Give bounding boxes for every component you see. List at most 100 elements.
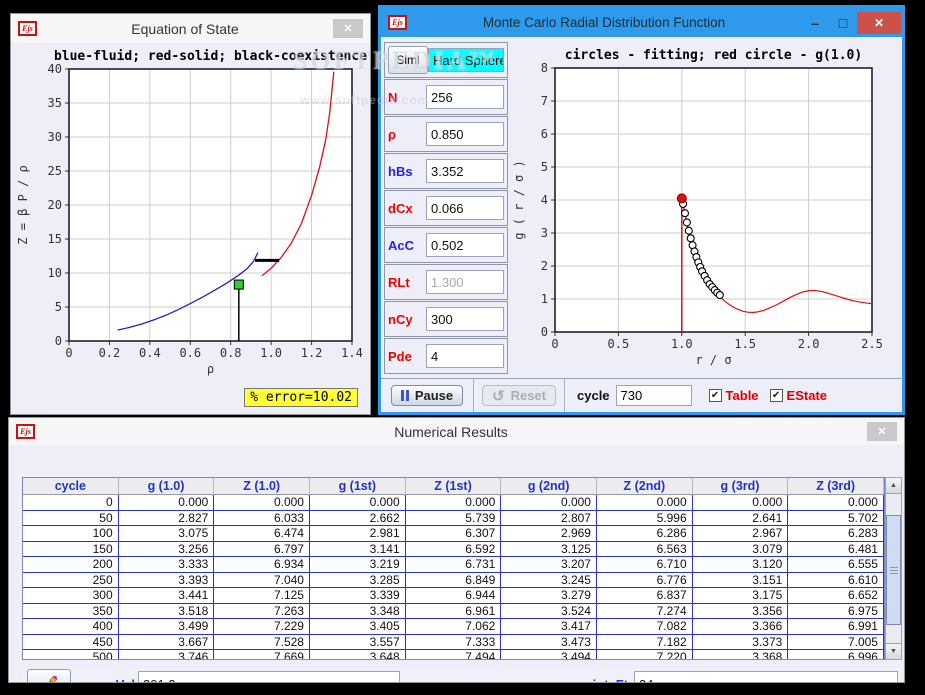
table-cell: 6.283 (788, 526, 884, 542)
pause-button[interactable]: Pause (390, 385, 464, 406)
field-input-acc[interactable] (426, 233, 504, 257)
svg-text:0.8: 0.8 (220, 346, 242, 360)
table-cell: 6.652 (788, 588, 884, 604)
table-cell: 6.307 (405, 526, 502, 542)
field-label-hbs: hBs (388, 163, 413, 179)
maximize-button[interactable]: □ (829, 12, 857, 34)
close-button-mc[interactable]: ✕ (857, 11, 901, 34)
table-cell: 6.033 (214, 510, 310, 526)
table-cell: 3.557 (309, 634, 406, 650)
estate-checkbox-wrap: ✔ EState (769, 388, 828, 403)
table-cell: 3.285 (309, 572, 406, 588)
table-cell: 3.648 (309, 650, 406, 659)
svg-text:r / σ: r / σ (695, 353, 731, 367)
field-label-siml[interactable]: Siml (388, 46, 428, 74)
svg-text:0: 0 (551, 337, 558, 351)
field-input-rlt[interactable] (426, 270, 504, 294)
svg-text:blue-fluid; red-solid; black-c: blue-fluid; red-solid; black-coexistence (54, 49, 367, 64)
table-cell: 3.393 (118, 572, 215, 588)
table-cell: 6.944 (405, 588, 502, 604)
table-cell: 6.797 (214, 541, 310, 557)
svg-text:6: 6 (541, 127, 548, 141)
cycle-input[interactable] (615, 385, 692, 406)
field-input-dcx[interactable] (426, 196, 504, 220)
estate-checkbox-label: EState (786, 388, 828, 403)
table-cell: 3.207 (501, 557, 597, 573)
close-button-eos[interactable]: ✕ (333, 19, 363, 38)
table-cell: 0.000 (788, 495, 884, 511)
npointsft-input[interactable] (634, 671, 898, 682)
table-cell: 6.286 (596, 526, 693, 542)
brush-tool-button[interactable] (27, 669, 71, 682)
window-title-results: Numerical Results (394, 423, 508, 440)
table-cell: 3.219 (309, 557, 406, 573)
svg-text:25: 25 (48, 164, 62, 178)
table-cell: 3.079 (692, 541, 789, 557)
column-header: g (2nd) (501, 478, 597, 495)
field-input-rho[interactable] (426, 122, 504, 146)
table-cell: 3.499 (118, 619, 215, 635)
svg-text:20: 20 (48, 198, 62, 212)
scrollbar-thumb[interactable] (886, 515, 901, 625)
ejs-app-icon: Ejs (16, 424, 35, 439)
field-row-dcx: dCx (384, 190, 508, 226)
svg-text:40: 40 (48, 62, 62, 76)
ejs-app-icon: Ejs (388, 15, 407, 30)
scroll-down-button[interactable]: ▼ (886, 643, 901, 659)
vol-input[interactable] (138, 671, 400, 682)
estate-checkbox[interactable]: ✔ (769, 389, 783, 402)
results-scrollbar[interactable]: ▲ ▼ (885, 477, 902, 660)
maximize-icon: □ (838, 14, 848, 31)
minimize-button[interactable]: – (801, 12, 829, 34)
svg-text:8: 8 (541, 61, 548, 75)
column-header: g (1.0) (118, 478, 215, 495)
svg-text:2.5: 2.5 (861, 337, 883, 351)
table-cell: 7.263 (214, 603, 310, 619)
field-input-siml[interactable] (428, 48, 504, 72)
close-icon: ✕ (343, 23, 353, 35)
field-input-ncy[interactable] (426, 307, 504, 331)
results-table[interactable]: cycle g (1.0) Z (1.0) g (1st) Z (1st) g (2nd)… (22, 477, 885, 660)
scroll-up-button[interactable]: ▲ (886, 478, 901, 494)
table-cell: 2.967 (692, 526, 789, 542)
table-checkbox[interactable]: ✔ (708, 389, 722, 402)
titlebar-results[interactable]: Ejs Numerical Results ✕ (9, 418, 904, 445)
results-panel: cycle g (1.0) Z (1.0) g (1st) Z (1st) g (2nd)… (9, 445, 904, 682)
svg-text:circles - fitting; red circle: circles - fitting; red circle - g(1.0) (565, 48, 862, 63)
field-row-ncy: nCy (384, 301, 508, 337)
svg-text:5: 5 (55, 300, 62, 314)
table-cell: 3.256 (118, 541, 215, 557)
svg-text:5: 5 (541, 160, 548, 174)
svg-text:0.6: 0.6 (179, 346, 201, 360)
table-cell: 6.849 (405, 572, 502, 588)
table-cell: 2.981 (309, 526, 406, 542)
table-cell: 3.441 (118, 588, 215, 604)
titlebar-mc[interactable]: Ejs Monte Carlo Radial Distribution Func… (381, 8, 902, 37)
table-cell: 50 (23, 510, 119, 526)
svg-text:0: 0 (541, 325, 548, 339)
field-input-n[interactable] (426, 85, 504, 109)
svg-text:1: 1 (541, 292, 548, 306)
svg-text:Z = β P / ρ: Z = β P / ρ (16, 165, 30, 244)
table-cell: 6.481 (788, 541, 884, 557)
table-cell: 5.739 (405, 510, 502, 526)
table-cell: 7.062 (405, 619, 502, 635)
field-input-hbs[interactable] (426, 159, 504, 183)
titlebar-eos[interactable]: Ejs Equation of State ✕ (11, 14, 370, 43)
table-cell: 400 (23, 619, 119, 635)
window-numerical-results: Ejs Numerical Results ✕ cycle g (1.0) Z (1… (8, 417, 905, 683)
table-cell: 3.746 (118, 650, 215, 659)
field-row-siml: Siml (384, 42, 508, 78)
field-input-pde[interactable] (426, 344, 504, 368)
column-header: Z (2nd) (596, 478, 693, 495)
table-cell: 6.837 (596, 588, 693, 604)
table-cell: 6.610 (788, 572, 884, 588)
table-cell: 2.969 (501, 526, 597, 542)
close-button-results[interactable]: ✕ (867, 422, 897, 441)
table-cell: 100 (23, 526, 119, 542)
table-cell: 3.333 (118, 557, 215, 573)
reset-button[interactable]: ↺ Reset (482, 385, 556, 406)
eos-plot-panel: 0 0.2 0.4 0.6 0.8 1.0 1.2 1.4 0 5 10 15 20 25 30 35 40 bl… (11, 43, 370, 414)
table-cell: 3.373 (692, 634, 789, 650)
table-cell: 0.000 (405, 495, 502, 511)
